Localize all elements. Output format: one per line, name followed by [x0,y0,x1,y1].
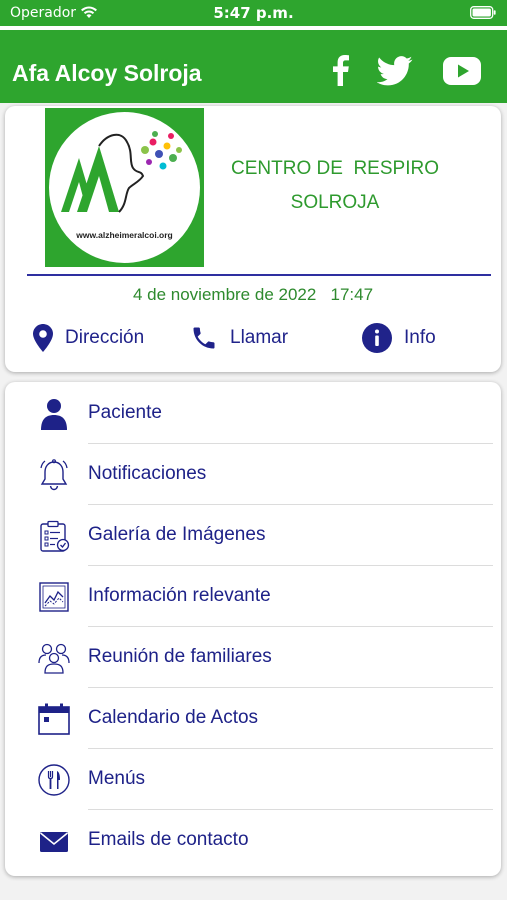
phone-icon [193,327,215,349]
status-bar: Operador 5:47 p.m. [0,0,507,26]
menu-item-paciente[interactable]: Paciente [5,383,501,444]
info-icon [362,323,392,353]
menu-item-emails[interactable]: Emails de contacto [5,810,501,871]
center-info-card: www.alzheimeralcoi.org CENTRO DE RESPIRO… [5,106,501,372]
menu-label: Información relevante [88,585,271,606]
bell-icon [40,459,68,491]
menu-item-reunion[interactable]: Reunión de familiares [5,627,501,688]
center-name: CENTRO DE RESPIRO SOLROJA [210,152,460,220]
app-title: Afa Alcoy Solroja [12,60,202,86]
info-divider [27,274,491,276]
menu-item-informacion[interactable]: Información relevante [5,566,501,627]
menu-label: Notificaciones [88,463,207,484]
envelope-icon [39,832,69,852]
menu-label: Galería de Imágenes [88,524,266,545]
menu-label: Emails de contacto [88,829,249,850]
menu-item-menus[interactable]: Menús [5,749,501,810]
menu-label: Menús [88,768,146,789]
menu-card: Paciente Notificaciones Galería de Imáge… [5,382,501,876]
menu-label: Paciente [88,402,162,423]
center-name-line2: SOLROJA [290,192,380,213]
call-button[interactable]: Llamar [190,320,288,356]
center-name-line1: CENTRO DE RESPIRO [231,158,439,179]
status-time: 5:47 p.m. [213,4,294,22]
call-label: Llamar [230,327,289,348]
menu-item-calendario[interactable]: Calendario de Actos [5,688,501,749]
twitter-icon[interactable] [377,56,413,86]
date-label: 4 de noviembre de 2022 [132,285,317,304]
youtube-icon[interactable] [443,57,481,85]
direction-label: Dirección [65,327,145,348]
info-button[interactable]: Info [362,320,436,356]
person-icon [41,399,67,430]
menu-item-notificaciones[interactable]: Notificaciones [5,444,501,505]
logo-url-text: www.alzheimeralcoi.org [76,230,173,240]
cutlery-icon [38,764,70,796]
menu-label: Reunión de familiares [88,646,272,667]
calendar-icon [38,703,70,735]
location-pin-icon [33,324,53,352]
center-logo: www.alzheimeralcoi.org [45,108,204,267]
facebook-icon[interactable] [330,54,350,86]
time-label: 17:47 [330,285,374,304]
datetime: 4 de noviembre de 2022 17:47 [5,285,501,305]
logo-artwork [61,131,182,213]
direction-button[interactable]: Dirección [33,320,144,356]
clipboard-icon [40,520,70,552]
menu-item-galeria[interactable]: Galería de Imágenes [5,505,501,566]
group-icon [38,643,70,674]
app-header: Afa Alcoy Solroja [0,30,507,103]
chart-icon [39,582,69,612]
battery-icon [470,6,496,19]
menu-label: Calendario de Actos [88,707,259,728]
info-label: Info [404,327,436,348]
